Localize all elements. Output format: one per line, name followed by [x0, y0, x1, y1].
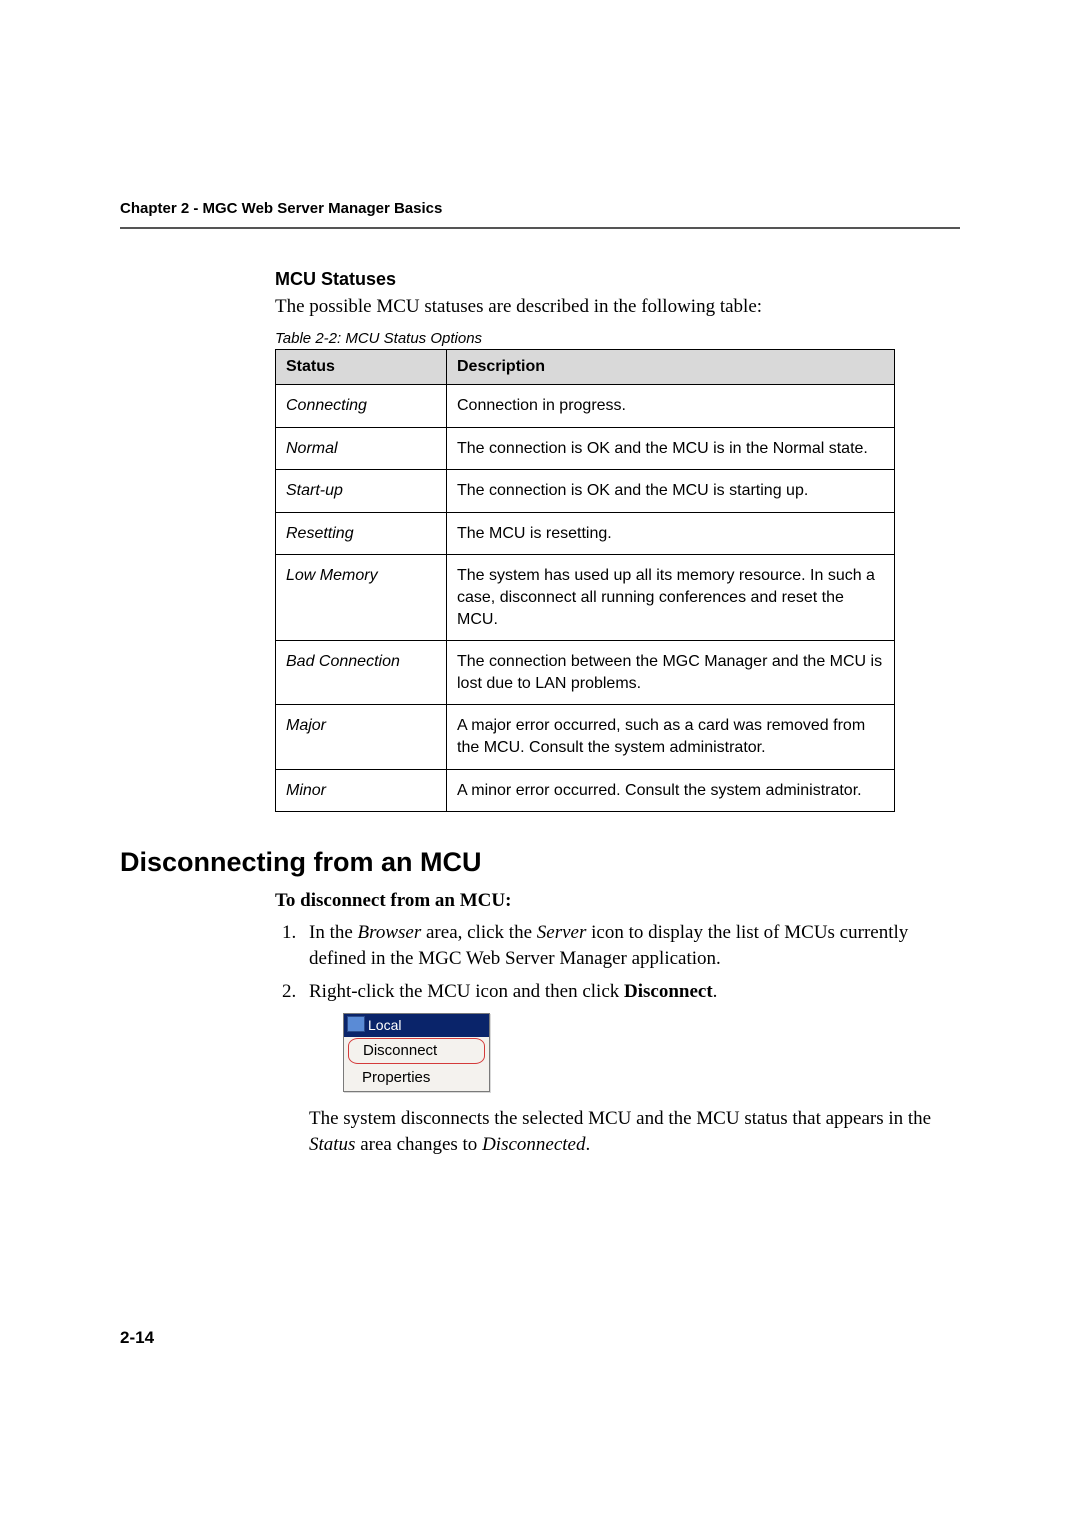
result-post: .	[585, 1134, 590, 1155]
table-row: Minor A minor error occurred. Consult th…	[276, 769, 895, 812]
chapter-header: Chapter 2 - MGC Web Server Manager Basic…	[120, 200, 960, 217]
mcu-statuses-heading: MCU Statuses	[275, 269, 960, 290]
cell-description: A minor error occurred. Consult the syst…	[447, 769, 895, 812]
menu-item-disconnect[interactable]: Disconnect	[348, 1038, 485, 1064]
disconnect-content: To disconnect from an MCU: In the Browse…	[275, 890, 960, 1158]
result-status: Status	[309, 1134, 355, 1155]
step2-disconnect: Disconnect	[624, 981, 713, 1002]
cell-status: Normal	[276, 427, 447, 470]
cell-description: The connection between the MGC Manager a…	[447, 641, 895, 705]
table-row: Start-up The connection is OK and the MC…	[276, 470, 895, 513]
step1-browser: Browser	[358, 922, 422, 943]
step1-server: Server	[537, 922, 587, 943]
step-1: In the Browser area, click the Server ic…	[301, 920, 960, 971]
context-menu-title: Local	[344, 1014, 489, 1037]
table-row: Normal The connection is OK and the MCU …	[276, 427, 895, 470]
col-header-description: Description	[447, 350, 895, 385]
cell-description: A major error occurred, such as a card w…	[447, 705, 895, 769]
table-row: Low Memory The system has used up all it…	[276, 555, 895, 641]
step1-text-pre: In the	[309, 922, 358, 943]
step1-text-mid1: area, click the	[421, 922, 537, 943]
menu-item-properties[interactable]: Properties	[344, 1065, 489, 1091]
cell-status: Minor	[276, 769, 447, 812]
server-icon	[347, 1016, 365, 1032]
cell-description: The connection is OK and the MCU is in t…	[447, 427, 895, 470]
table-header-row: Status Description	[276, 350, 895, 385]
context-menu-screenshot: Local Disconnect Properties	[343, 1013, 490, 1092]
content-indent: MCU Statuses The possible MCU statuses a…	[275, 269, 960, 812]
mcu-statuses-intro: The possible MCU statuses are described …	[275, 296, 960, 318]
step-2: Right-click the MCU icon and then click …	[301, 979, 960, 1157]
header-rule	[120, 227, 960, 229]
table-caption: Table 2-2: MCU Status Options	[275, 330, 960, 347]
table-row: Major A major error occurred, such as a …	[276, 705, 895, 769]
step2-text-post: .	[713, 981, 718, 1002]
step2-text-pre: Right-click the MCU icon and then click	[309, 981, 624, 1002]
result-mid: area changes to	[355, 1134, 482, 1155]
mcu-status-table: Status Description Connecting Connection…	[275, 349, 895, 812]
table-row: Connecting Connection in progress.	[276, 385, 895, 428]
disconnecting-heading: Disconnecting from an MCU	[120, 847, 960, 878]
procedure-heading: To disconnect from an MCU:	[275, 890, 960, 912]
procedure-steps: In the Browser area, click the Server ic…	[275, 920, 960, 1158]
result-pre: The system disconnects the selected MCU …	[309, 1108, 931, 1129]
cell-status: Bad Connection	[276, 641, 447, 705]
context-menu-title-label: Local	[368, 1017, 401, 1033]
cell-status: Connecting	[276, 385, 447, 428]
cell-description: The system has used up all its memory re…	[447, 555, 895, 641]
page-number: 2-14	[120, 1328, 154, 1348]
cell-status: Major	[276, 705, 447, 769]
cell-description: The MCU is resetting.	[447, 512, 895, 555]
result-paragraph: The system disconnects the selected MCU …	[309, 1106, 960, 1157]
cell-description: Connection in progress.	[447, 385, 895, 428]
table-row: Bad Connection The connection between th…	[276, 641, 895, 705]
cell-status: Resetting	[276, 512, 447, 555]
cell-status: Start-up	[276, 470, 447, 513]
table-row: Resetting The MCU is resetting.	[276, 512, 895, 555]
document-page: Chapter 2 - MGC Web Server Manager Basic…	[0, 0, 1080, 1528]
cell-description: The connection is OK and the MCU is star…	[447, 470, 895, 513]
cell-status: Low Memory	[276, 555, 447, 641]
result-disconnected: Disconnected	[482, 1134, 585, 1155]
col-header-status: Status	[276, 350, 447, 385]
